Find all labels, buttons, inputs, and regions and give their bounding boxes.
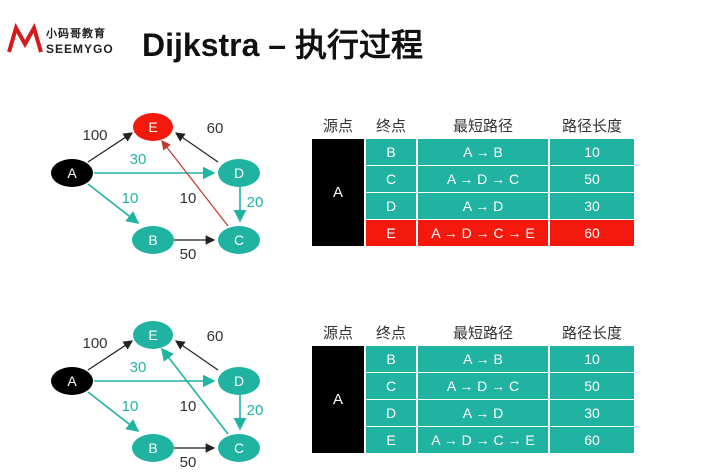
table-header: 源点 终点 最短路径 路径长度 [312, 112, 634, 138]
end-cell: C [366, 373, 416, 399]
edge-c-e [161, 140, 229, 227]
header-length: 路径长度 [561, 117, 622, 135]
end-cell: E [366, 220, 416, 246]
length-cell: 60 [550, 220, 634, 246]
node-d: D [218, 367, 260, 395]
end-cell: E [366, 427, 416, 453]
graph-2: 100 30 10 50 20 60 10 E A D B C [51, 321, 264, 471]
weight-a-e: 100 [82, 127, 107, 144]
path-cell: A → B [418, 139, 548, 165]
node-e-label: E [148, 119, 157, 135]
weight-d-e: 60 [207, 328, 224, 345]
node-d-label: D [234, 165, 244, 181]
end-cell: C [366, 166, 416, 192]
node-d-label: D [234, 373, 244, 389]
header-end: 终点 [375, 117, 406, 135]
edge-d-e [175, 340, 219, 371]
edge-d-e [175, 132, 219, 163]
path-cell: A → D [418, 193, 548, 219]
end-cell: B [366, 139, 416, 165]
logo: 小码哥教育 SEEMYGO [6, 22, 126, 62]
node-c: C [218, 434, 260, 462]
table-row: A B A → B 10 [312, 346, 634, 453]
edge-c-e [161, 347, 229, 435]
header-length: 路径长度 [561, 324, 622, 342]
node-b-label: B [148, 232, 157, 248]
node-c: C [218, 226, 260, 254]
source-cell: A [312, 139, 364, 246]
length-cell: 30 [550, 400, 634, 426]
node-a: A [51, 159, 93, 187]
header-end: 终点 [375, 324, 406, 342]
weight-a-b: 10 [122, 398, 139, 415]
node-b: B [132, 434, 174, 462]
length-cell: 30 [550, 193, 634, 219]
logo-text-en: SEEMYGO [46, 42, 114, 56]
end-cell: B [366, 346, 416, 372]
node-d: D [218, 159, 260, 187]
weight-a-d: 30 [130, 359, 147, 376]
weight-a-d: 30 [130, 151, 147, 168]
path-cell: A → D → C → E [418, 220, 548, 246]
weight-d-e: 60 [207, 120, 224, 137]
table-row: A B A → B 10 [312, 139, 634, 246]
logo-mark-icon [7, 22, 43, 53]
path-cell: A → B [418, 346, 548, 372]
source-cell: A [312, 346, 364, 453]
header-source: 源点 [322, 117, 353, 135]
length-cell: 10 [550, 346, 634, 372]
path-cell: A → D [418, 400, 548, 426]
logo-text-cn: 小码哥教育 [46, 28, 106, 40]
weight-d-c: 20 [247, 194, 264, 211]
weight-d-c: 20 [247, 402, 264, 419]
node-e: E [133, 113, 173, 141]
weight-a-b: 10 [122, 190, 139, 207]
weight-a-e: 100 [82, 335, 107, 352]
result-table-1: 源点 终点 最短路径 路径长度 A B A → B 10 C A → D → C… [310, 111, 636, 247]
weight-c-e: 10 [180, 190, 197, 207]
page-title: Dijkstra – 执行过程 [142, 27, 423, 63]
length-cell: 60 [550, 427, 634, 453]
end-cell: D [366, 193, 416, 219]
node-b: B [132, 226, 174, 254]
node-e: E [133, 321, 173, 349]
node-a: A [51, 367, 93, 395]
end-cell: D [366, 400, 416, 426]
node-c-label: C [234, 232, 244, 248]
node-a-label: A [67, 165, 77, 181]
header-path: 最短路径 [452, 117, 513, 135]
path-cell: A → D → C → E [418, 427, 548, 453]
header-source: 源点 [322, 324, 353, 342]
graph-1: 100 30 10 50 20 60 10 E A D B C [51, 113, 264, 263]
result-table-2: 源点 终点 最短路径 路径长度 A B A → B 10 C A → D → C… [310, 318, 636, 454]
table-header: 源点 终点 最短路径 路径长度 [312, 319, 634, 345]
path-cell: A → D → C [418, 166, 548, 192]
header-path: 最短路径 [452, 324, 513, 342]
weight-c-e: 10 [180, 398, 197, 415]
node-e-label: E [148, 327, 157, 343]
length-cell: 50 [550, 373, 634, 399]
node-c-label: C [234, 440, 244, 456]
length-cell: 50 [550, 166, 634, 192]
weight-b-c: 50 [180, 454, 197, 471]
node-b-label: B [148, 440, 157, 456]
length-cell: 10 [550, 139, 634, 165]
path-cell: A → D → C [418, 373, 548, 399]
weight-b-c: 50 [180, 246, 197, 263]
node-a-label: A [67, 373, 77, 389]
